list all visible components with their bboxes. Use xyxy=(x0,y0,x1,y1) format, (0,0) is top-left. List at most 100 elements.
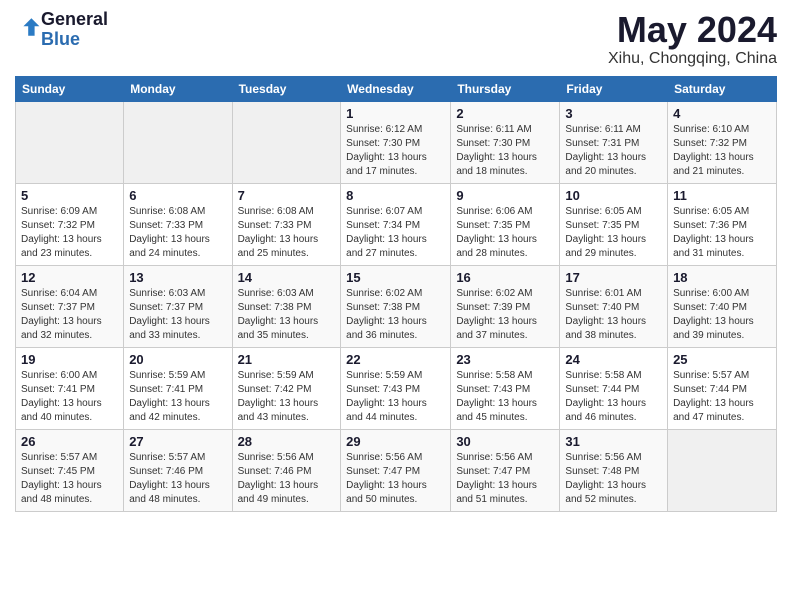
day-number: 31 xyxy=(565,434,662,449)
calendar-cell: 28Sunrise: 5:56 AM Sunset: 7:46 PM Dayli… xyxy=(232,429,341,511)
day-number: 10 xyxy=(565,188,662,203)
calendar-page: General Blue May 2024 Xihu, Chongqing, C… xyxy=(0,0,792,522)
day-info: Sunrise: 6:11 AM Sunset: 7:31 PM Dayligh… xyxy=(565,123,662,179)
header-tuesday: Tuesday xyxy=(232,76,341,101)
calendar-cell xyxy=(16,101,124,183)
calendar-cell: 16 Sunrise: 6:02 AM Sunset: 7:39 PM Dayli… xyxy=(451,265,560,347)
day-number: 21 xyxy=(238,352,336,367)
day-number: 4 xyxy=(673,106,771,121)
day-info: Sunrise: 6:05 AM Sunset: 7:35 PM Dayligh… xyxy=(565,205,662,261)
calendar-cell xyxy=(668,429,777,511)
day-number: 29 xyxy=(346,434,445,449)
calendar-title: May 2024 xyxy=(608,10,777,50)
day-number: 12 xyxy=(21,270,118,285)
day-number: 24 xyxy=(565,352,662,367)
day-info: Sunrise: 5:57 AM Sunset: 7:45 PM Dayligh… xyxy=(21,451,118,507)
calendar-cell: 23Sunrise: 5:58 AM Sunset: 7:43 PM Dayli… xyxy=(451,347,560,429)
day-number: 26 xyxy=(21,434,118,449)
day-info: Sunrise: 6:07 AM Sunset: 7:34 PM Dayligh… xyxy=(346,205,445,261)
week-row-2: 5 Sunrise: 6:09 AM Sunset: 7:32 PM Daylig… xyxy=(16,183,777,265)
day-info: Sunrise: 5:59 AM Sunset: 7:42 PM Dayligh… xyxy=(238,369,336,425)
day-info: Sunrise: 6:08 AM Sunset: 7:33 PM Dayligh… xyxy=(129,205,226,261)
day-info: Sunrise: 6:01 AM Sunset: 7:40 PM Dayligh… xyxy=(565,287,662,343)
calendar-cell: 17 Sunrise: 6:01 AM Sunset: 7:40 PM Dayli… xyxy=(560,265,668,347)
calendar-cell: 10 Sunrise: 6:05 AM Sunset: 7:35 PM Dayli… xyxy=(560,183,668,265)
calendar-cell: 22 Sunrise: 5:59 AM Sunset: 7:43 PM Dayli… xyxy=(341,347,451,429)
day-info: Sunrise: 6:11 AM Sunset: 7:30 PM Dayligh… xyxy=(456,123,554,179)
header-sunday: Sunday xyxy=(16,76,124,101)
day-info: Sunrise: 6:06 AM Sunset: 7:35 PM Dayligh… xyxy=(456,205,554,261)
calendar-table: Sunday Monday Tuesday Wednesday Thursday… xyxy=(15,76,777,512)
day-number: 6 xyxy=(129,188,226,203)
day-number: 8 xyxy=(346,188,445,203)
day-number: 2 xyxy=(456,106,554,121)
day-info: Sunrise: 6:05 AM Sunset: 7:36 PM Dayligh… xyxy=(673,205,771,261)
logo: General Blue xyxy=(15,10,108,50)
header-wednesday: Wednesday xyxy=(341,76,451,101)
day-number: 5 xyxy=(21,188,118,203)
header-row: Sunday Monday Tuesday Wednesday Thursday… xyxy=(16,76,777,101)
logo-text: General Blue xyxy=(41,10,108,50)
day-info: Sunrise: 6:02 AM Sunset: 7:39 PM Dayligh… xyxy=(456,287,554,343)
day-info: Sunrise: 6:04 AM Sunset: 7:37 PM Dayligh… xyxy=(21,287,118,343)
calendar-cell: 12 Sunrise: 6:04 AM Sunset: 7:37 PM Dayli… xyxy=(16,265,124,347)
day-info: Sunrise: 5:56 AM Sunset: 7:47 PM Dayligh… xyxy=(346,451,445,507)
calendar-body: 1 Sunrise: 6:12 AM Sunset: 7:30 PM Daylig… xyxy=(16,101,777,511)
header-thursday: Thursday xyxy=(451,76,560,101)
day-number: 9 xyxy=(456,188,554,203)
day-info: Sunrise: 5:56 AM Sunset: 7:47 PM Dayligh… xyxy=(456,451,554,507)
day-info: Sunrise: 6:09 AM Sunset: 7:32 PM Dayligh… xyxy=(21,205,118,261)
day-number: 27 xyxy=(129,434,226,449)
calendar-cell: 11 Sunrise: 6:05 AM Sunset: 7:36 PM Dayli… xyxy=(668,183,777,265)
day-number: 28 xyxy=(238,434,336,449)
calendar-cell: 13Sunrise: 6:03 AM Sunset: 7:37 PM Dayli… xyxy=(124,265,232,347)
calendar-cell: 6 Sunrise: 6:08 AM Sunset: 7:33 PM Daylig… xyxy=(124,183,232,265)
day-info: Sunrise: 6:03 AM Sunset: 7:38 PM Dayligh… xyxy=(238,287,336,343)
day-number: 22 xyxy=(346,352,445,367)
calendar-cell: 19Sunrise: 6:00 AM Sunset: 7:41 PM Dayli… xyxy=(16,347,124,429)
day-number: 20 xyxy=(129,352,226,367)
day-number: 14 xyxy=(238,270,336,285)
week-row-1: 1 Sunrise: 6:12 AM Sunset: 7:30 PM Daylig… xyxy=(16,101,777,183)
day-info: Sunrise: 5:59 AM Sunset: 7:41 PM Dayligh… xyxy=(129,369,226,425)
calendar-cell: 31 Sunrise: 5:56 AM Sunset: 7:48 PM Dayli… xyxy=(560,429,668,511)
calendar-cell: 3 Sunrise: 6:11 AM Sunset: 7:31 PM Daylig… xyxy=(560,101,668,183)
title-block: May 2024 Xihu, Chongqing, China xyxy=(608,10,777,68)
calendar-cell: 8 Sunrise: 6:07 AM Sunset: 7:34 PM Daylig… xyxy=(341,183,451,265)
week-row-3: 12 Sunrise: 6:04 AM Sunset: 7:37 PM Dayli… xyxy=(16,265,777,347)
day-number: 30 xyxy=(456,434,554,449)
header: General Blue May 2024 Xihu, Chongqing, C… xyxy=(15,10,777,68)
day-number: 18 xyxy=(673,270,771,285)
calendar-cell: 21 Sunrise: 5:59 AM Sunset: 7:42 PM Dayli… xyxy=(232,347,341,429)
day-number: 1 xyxy=(346,106,445,121)
header-friday: Friday xyxy=(560,76,668,101)
day-info: Sunrise: 6:00 AM Sunset: 7:40 PM Dayligh… xyxy=(673,287,771,343)
calendar-cell: 15Sunrise: 6:02 AM Sunset: 7:38 PM Dayli… xyxy=(341,265,451,347)
calendar-cell: 4Sunrise: 6:10 AM Sunset: 7:32 PM Daylig… xyxy=(668,101,777,183)
day-info: Sunrise: 6:00 AM Sunset: 7:41 PM Dayligh… xyxy=(21,369,118,425)
day-number: 16 xyxy=(456,270,554,285)
calendar-cell: 25Sunrise: 5:57 AM Sunset: 7:44 PM Dayli… xyxy=(668,347,777,429)
calendar-cell: 2 Sunrise: 6:11 AM Sunset: 7:30 PM Daylig… xyxy=(451,101,560,183)
week-row-4: 19Sunrise: 6:00 AM Sunset: 7:41 PM Dayli… xyxy=(16,347,777,429)
day-info: Sunrise: 6:02 AM Sunset: 7:38 PM Dayligh… xyxy=(346,287,445,343)
calendar-cell: 7 Sunrise: 6:08 AM Sunset: 7:33 PM Daylig… xyxy=(232,183,341,265)
day-number: 7 xyxy=(238,188,336,203)
day-number: 17 xyxy=(565,270,662,285)
logo-icon xyxy=(17,15,41,39)
calendar-cell: 29 Sunrise: 5:56 AM Sunset: 7:47 PM Dayli… xyxy=(341,429,451,511)
day-number: 13 xyxy=(129,270,226,285)
header-monday: Monday xyxy=(124,76,232,101)
day-number: 25 xyxy=(673,352,771,367)
calendar-cell: 26 Sunrise: 5:57 AM Sunset: 7:45 PM Dayli… xyxy=(16,429,124,511)
calendar-cell: 14 Sunrise: 6:03 AM Sunset: 7:38 PM Dayli… xyxy=(232,265,341,347)
day-info: Sunrise: 6:12 AM Sunset: 7:30 PM Dayligh… xyxy=(346,123,445,179)
calendar-cell: 24Sunrise: 5:58 AM Sunset: 7:44 PM Dayli… xyxy=(560,347,668,429)
day-info: Sunrise: 6:08 AM Sunset: 7:33 PM Dayligh… xyxy=(238,205,336,261)
day-number: 11 xyxy=(673,188,771,203)
calendar-header: Sunday Monday Tuesday Wednesday Thursday… xyxy=(16,76,777,101)
day-info: Sunrise: 5:59 AM Sunset: 7:43 PM Dayligh… xyxy=(346,369,445,425)
day-info: Sunrise: 5:56 AM Sunset: 7:48 PM Dayligh… xyxy=(565,451,662,507)
day-number: 3 xyxy=(565,106,662,121)
calendar-cell: 27Sunrise: 5:57 AM Sunset: 7:46 PM Dayli… xyxy=(124,429,232,511)
